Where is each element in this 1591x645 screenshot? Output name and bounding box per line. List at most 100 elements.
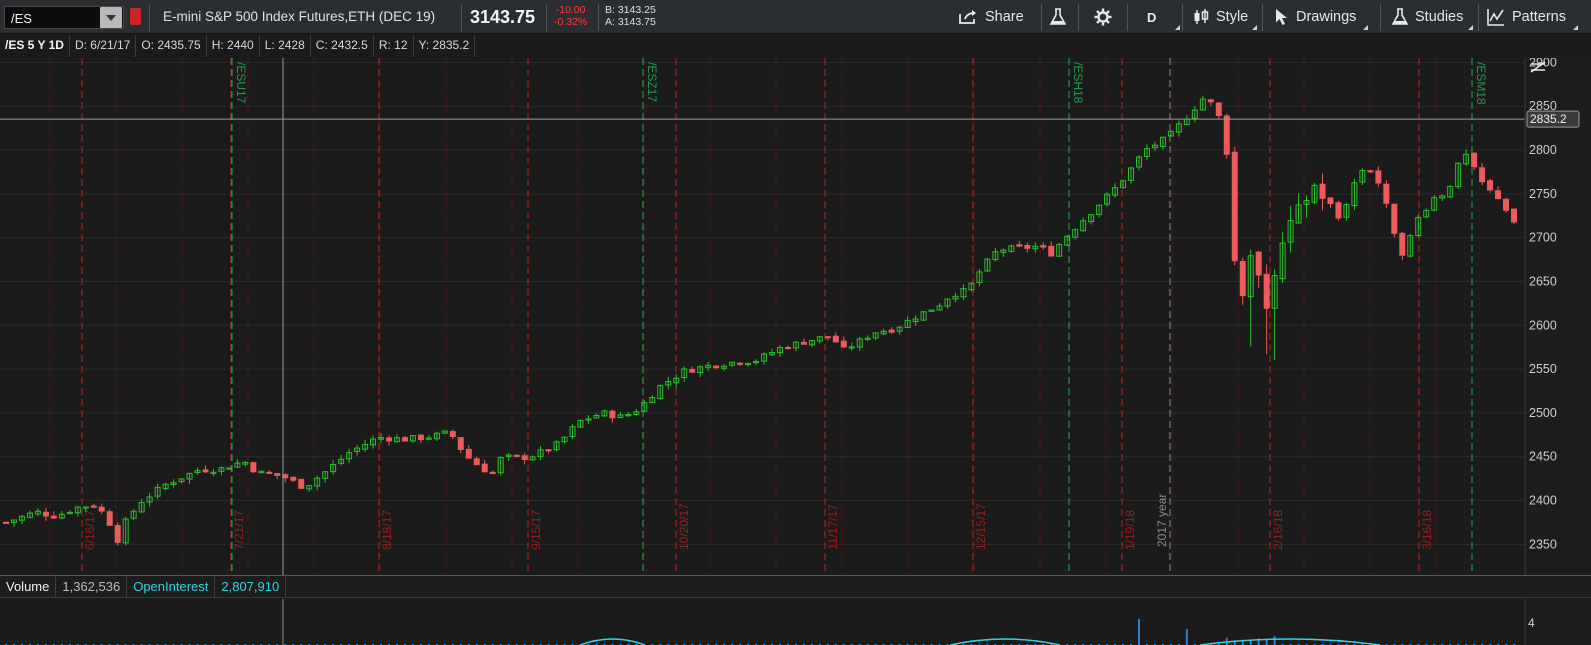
candle-body [385, 437, 392, 442]
open-interest-label: OpenInterest [127, 576, 216, 597]
date-marker-label: 2/16/18 [1271, 510, 1285, 550]
expiry-marker-label: /ESH18 [1071, 62, 1085, 104]
candle-body [114, 524, 121, 543]
cursor-arrow-icon [1276, 9, 1287, 25]
candle-body [465, 448, 472, 459]
info-range: R: 12 [374, 35, 414, 57]
symbol-dropdown-arrow[interactable] [100, 7, 122, 28]
candle-body [473, 458, 480, 466]
candle-body [266, 471, 273, 474]
candle-body [545, 449, 552, 452]
candle-body [1239, 260, 1246, 297]
candle-body [784, 346, 791, 350]
volume-chart[interactable]: 4 [0, 599, 1591, 645]
y-tick-label: 2650 [1529, 274, 1557, 288]
link-group-badge[interactable] [130, 8, 141, 25]
candle-body [481, 463, 488, 473]
candle-body [609, 410, 616, 419]
studies-label: Studies [1415, 9, 1464, 25]
candle-body [417, 434, 424, 441]
info-open: O: 2435.75 [136, 35, 207, 57]
patterns-label: Patterns [1512, 9, 1566, 25]
candle-icon [1194, 9, 1209, 24]
candle-body [800, 341, 807, 345]
y-tick-label: 2750 [1529, 187, 1557, 201]
volume-label: Volume [0, 576, 57, 597]
candle-body [737, 362, 744, 365]
dropdown-corner-icon [1175, 25, 1181, 30]
volume-scale-label: 4 [1528, 616, 1535, 630]
candle-body [1223, 115, 1230, 155]
timeframe-label: D [1147, 9, 1157, 25]
separator [546, 4, 547, 31]
flask-button[interactable] [1050, 0, 1073, 34]
bid-ask: B: 3143.25 A: 3143.75 [605, 4, 656, 28]
date-marker-label: 9/15/17 [529, 510, 543, 550]
timeframe-button[interactable]: D [1147, 0, 1181, 34]
date-marker-label: 12/15/17 [974, 503, 988, 550]
drawings-button[interactable]: Drawings [1275, 0, 1369, 34]
candle-body [1327, 197, 1334, 205]
percent-change: -0.32% [554, 16, 588, 28]
candle-body [1016, 244, 1023, 247]
info-low: L: 2428 [260, 35, 311, 57]
year-marker-label: 2017 year [1155, 494, 1169, 547]
candle-body [449, 431, 456, 437]
info-y: Y: 2835.2 [414, 35, 476, 57]
open-interest-value: 2,807,910 [215, 576, 287, 597]
candle-body [1231, 151, 1238, 262]
info-date: D: 6/21/17 [70, 35, 137, 57]
candle-body [401, 437, 408, 442]
separator [1078, 4, 1079, 31]
date-marker-label: 6/16/17 [83, 510, 97, 550]
candle-body [274, 473, 281, 476]
date-marker-label: 11/17/17 [826, 504, 840, 550]
info-close: C: 2432.5 [311, 35, 374, 57]
candle-body [1207, 99, 1214, 103]
expiry-marker-label: /ESU17 [234, 62, 248, 104]
candle-body [282, 474, 289, 479]
volume-bar [1185, 629, 1188, 645]
last-price: 3143.75 [470, 7, 536, 27]
plot-area [0, 58, 1525, 575]
studies-button[interactable]: Studies [1392, 0, 1474, 34]
ohlc-info-bar: /ES 5 Y 1D D: 6/21/17 O: 2435.75 H: 2440… [0, 35, 476, 57]
candle-body [90, 505, 97, 508]
style-button[interactable]: Style [1193, 0, 1258, 34]
dropdown-corner-icon [1573, 25, 1578, 30]
candle-body [1263, 273, 1270, 309]
date-marker-label: 3/16/18 [1420, 510, 1434, 550]
share-button[interactable]: Share [958, 0, 1024, 34]
date-marker-label: 10/20/17 [677, 503, 691, 550]
candle-body [832, 335, 839, 343]
drawings-label: Drawings [1296, 9, 1357, 25]
date-marker-label: 7/21/17 [232, 510, 246, 550]
candle-body [1024, 245, 1031, 249]
candle-body [824, 336, 831, 339]
separator [1041, 4, 1042, 31]
candle-body [1487, 180, 1494, 191]
expiry-marker-label: /ESZ17 [645, 62, 659, 102]
patterns-button[interactable]: Patterns [1487, 0, 1578, 34]
y-tick-label: 2550 [1529, 362, 1557, 376]
price-change: -10.00 -0.32% [554, 4, 587, 28]
style-label: Style [1216, 9, 1249, 25]
candle-body [42, 511, 49, 517]
candle-body [713, 365, 720, 369]
price-chart[interactable]: 6/16/17 7/21/17 8/18/17 9/15/17 10/20/17 11/1… [0, 58, 1591, 575]
volume-header: Volume 1,362,536 OpenInterest 2,807,910 [0, 575, 1591, 598]
candle-body [689, 368, 696, 373]
info-high: H: 2440 [207, 35, 260, 57]
share-label: Share [985, 9, 1024, 25]
chart-toolbar: /ES E-mini S&P 500 Index Futures,ETH (DE… [0, 0, 1591, 34]
candle-body [1335, 202, 1342, 219]
volume-bar [1273, 636, 1276, 645]
settings-button[interactable] [1094, 0, 1119, 34]
y-tick-label: 2700 [1529, 231, 1557, 245]
candle-body [1503, 198, 1510, 211]
y-tick-label: 2350 [1529, 537, 1557, 551]
expiry-marker-label: /ESM18 [1474, 62, 1488, 105]
volume-axis [1525, 599, 1591, 645]
chart-title: /ES 5 Y 1D [0, 35, 70, 57]
share-icon [959, 10, 976, 24]
